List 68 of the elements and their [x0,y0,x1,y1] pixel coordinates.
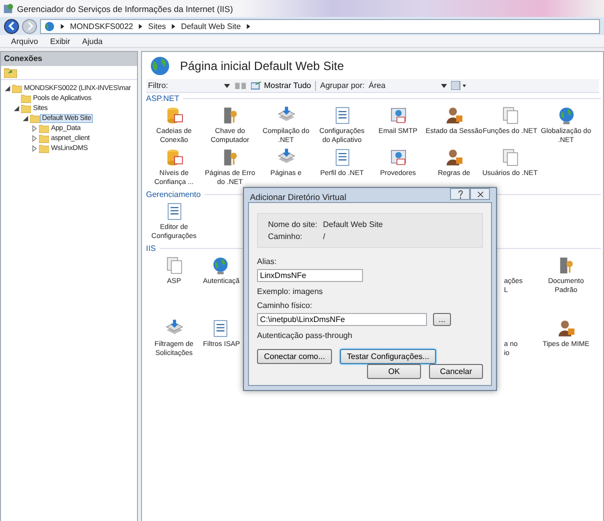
section-header: Gerenciamento [146,190,201,199]
question-mark-icon [456,190,464,198]
envelope-icon [388,148,408,167]
back-button[interactable] [4,18,19,34]
chevron-icon [138,22,144,30]
show-all-button[interactable]: Mostrar Tudo [251,81,312,90]
pages-icon [500,106,520,125]
collapsed-arrow-icon[interactable] [31,134,38,142]
dialog-button[interactable]: Conectar como... [257,349,332,364]
dialog-button[interactable]: Testar Configurações... [340,349,436,364]
globe-icon [556,106,576,125]
example-text: Exemplo: imagens [257,287,324,296]
collapsed-arrow-icon[interactable] [31,124,38,132]
chevron-icon [60,22,65,30]
window-title: Gerenciador do Serviços de Informações da Internet (IIS) [17,4,233,14]
dropdown-arrow-icon [440,84,447,88]
info-label: Nome do site: [268,220,318,229]
user-icon [444,106,464,125]
breadcrumb-item[interactable]: Default Web Site [180,22,241,30]
user-icon [556,319,576,338]
globe-icon [211,256,230,275]
close-button[interactable] [470,188,490,200]
dialog-title: Adicionar Diretório Virtual [250,192,346,202]
info-value: / [323,232,326,241]
menu-item[interactable]: Exibir [50,36,70,46]
user-icon [444,148,464,167]
group-by-label: Agrupar por: [320,81,365,90]
app-icon [3,3,14,14]
alias-field[interactable]: LinxDmsNFe [257,269,363,282]
menu-item[interactable]: Arquivo [11,36,38,46]
collapsed-arrow-icon[interactable] [31,144,38,152]
info-value: Default Web Site [323,220,383,229]
globe-icon [44,20,55,32]
database-icon [164,148,184,167]
section-header: ASP.NET [146,94,180,103]
address-bar[interactable]: MONDSKFS0022 Sites Default Web Site [40,18,600,34]
dropdown-arrow-icon [224,84,230,88]
expanded-arrow-icon[interactable] [22,114,29,122]
folder-icon[interactable] [4,67,17,78]
globe-icon [150,56,170,76]
expanded-arrow-icon[interactable] [13,104,20,112]
chevron-icon [170,22,176,30]
pages-icon [500,148,520,167]
alias-label: Alias: [257,257,278,266]
physical-path-field[interactable]: C:\inetpub\LinxDmsNFe [257,313,427,326]
browse-button[interactable]: ... [433,313,451,326]
chevron-icon [246,22,251,30]
auth-text: Autenticação pass-through [257,331,354,340]
breadcrumb-item[interactable]: MONDSKFS0022 [70,22,134,30]
filter-label: Filtro: [148,81,168,90]
cancel-button[interactable]: Cancelar [429,364,483,379]
page-title: Página inicial Default Web Site [180,59,344,73]
expanded-arrow-icon[interactable] [4,84,11,92]
section-header: IIS [146,244,156,253]
view-icon[interactable] [450,81,467,90]
info-label: Caminho: [268,232,304,241]
group-by-dropdown[interactable]: Área [368,80,447,90]
help-button[interactable] [450,188,470,200]
database-icon [164,106,184,125]
breadcrumb-item[interactable]: Sites [148,22,166,30]
panel-header: Conexões [1,52,137,66]
menu-item[interactable]: Ajuda [82,36,103,46]
ok-button[interactable]: OK [367,364,421,379]
envelope-icon [388,106,408,125]
physical-path-label: Caminho físico: [257,301,314,310]
pages-icon [164,256,184,275]
document-icon [211,319,230,338]
close-icon [476,190,484,198]
